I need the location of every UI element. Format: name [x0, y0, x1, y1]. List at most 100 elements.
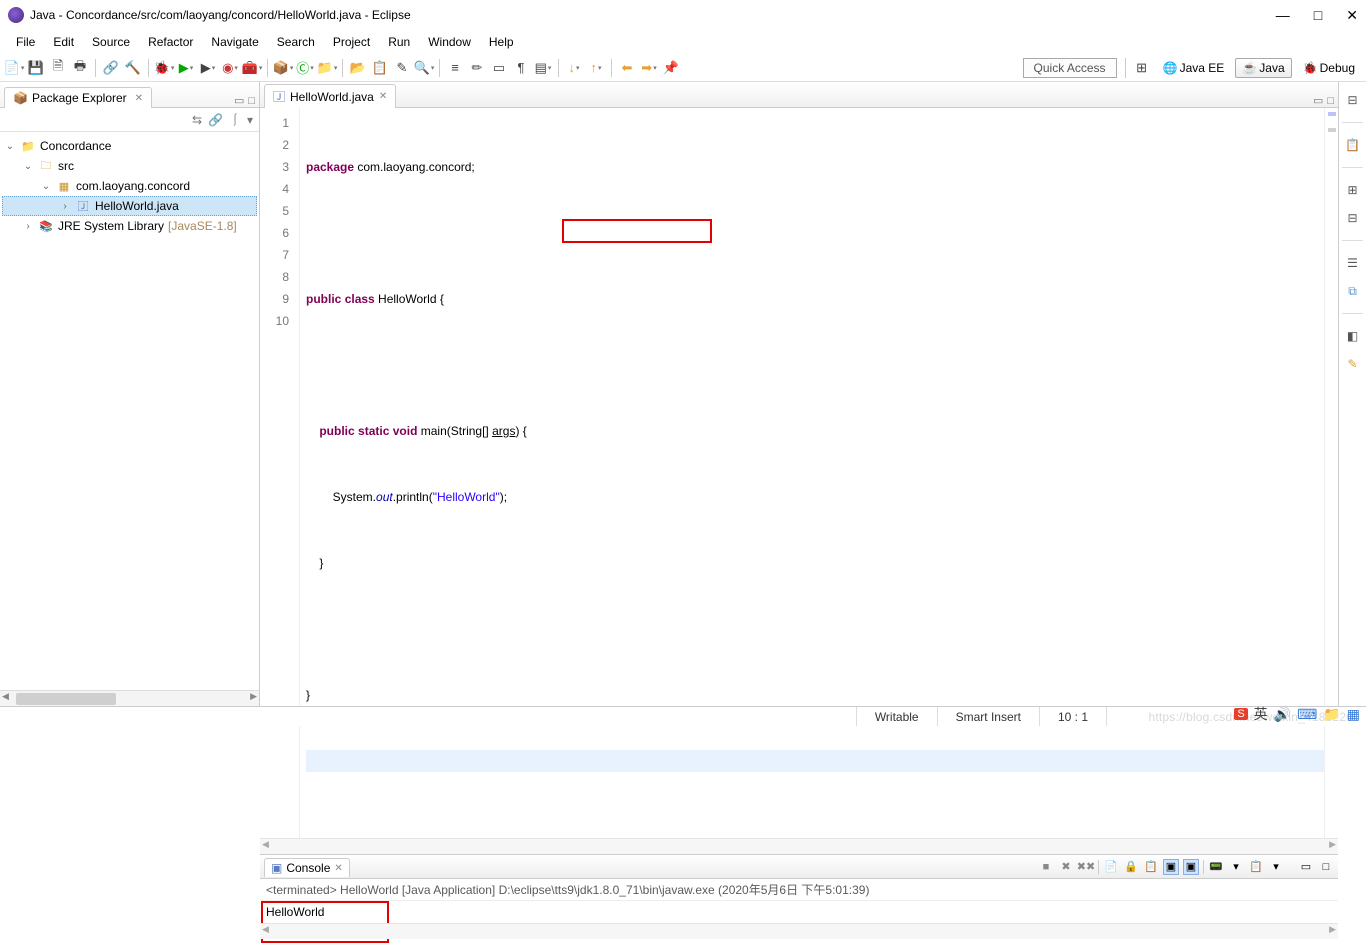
- maximize-button[interactable]: □: [1314, 7, 1322, 23]
- pin-editor-button[interactable]: 📌: [661, 58, 681, 78]
- open-perspective-button[interactable]: ⊞: [1132, 58, 1152, 78]
- menu-source[interactable]: Source: [84, 33, 138, 51]
- menu-search[interactable]: Search: [269, 33, 323, 51]
- print-button[interactable]: 🖶: [70, 58, 90, 78]
- external-tools-button[interactable]: 🧰: [242, 58, 262, 78]
- maximize-console-icon[interactable]: □: [1318, 859, 1334, 875]
- chevron-down-icon[interactable]: ⌄: [40, 181, 52, 192]
- prev-annotation-button[interactable]: ↑: [586, 58, 606, 78]
- perspective-java-ee[interactable]: 🌐Java EE: [1156, 58, 1232, 78]
- tree-package[interactable]: ⌄ ▦ com.laoyang.concord: [2, 176, 257, 196]
- remove-launch-icon[interactable]: ✖: [1058, 859, 1074, 875]
- annotation-nav-button[interactable]: ▤: [533, 58, 553, 78]
- close-icon[interactable]: ✕: [334, 863, 342, 874]
- forward-button[interactable]: ➡: [639, 58, 659, 78]
- menu-project[interactable]: Project: [325, 33, 378, 51]
- tray-icon[interactable]: 📁: [1323, 706, 1340, 723]
- minimize-editor-icon[interactable]: ▭: [1313, 94, 1323, 107]
- menu-file[interactable]: File: [8, 33, 43, 51]
- properties-icon[interactable]: ✎: [1343, 354, 1363, 374]
- close-icon[interactable]: ✕: [379, 91, 387, 102]
- run-last-button[interactable]: ◉: [220, 58, 240, 78]
- collapse-all-icon[interactable]: ⇆: [192, 113, 202, 127]
- chevron-right-icon[interactable]: ›: [22, 221, 34, 232]
- perspective-debug[interactable]: 🐞Debug: [1296, 58, 1362, 78]
- package-explorer-tab[interactable]: 📦 Package Explorer ✕: [4, 87, 152, 108]
- task-list-icon[interactable]: 📋: [1343, 135, 1363, 155]
- quick-access[interactable]: Quick Access: [1023, 58, 1117, 78]
- terminate-icon[interactable]: ■: [1038, 859, 1054, 875]
- perspective-java[interactable]: ☕Java: [1235, 58, 1291, 78]
- open-type-button[interactable]: 📂: [348, 58, 368, 78]
- debug-button[interactable]: 🐞: [154, 58, 174, 78]
- tree-src[interactable]: ⌄ 🗀 src: [2, 156, 257, 176]
- markers-icon[interactable]: ◧: [1343, 326, 1363, 346]
- console-horizontal-scrollbar[interactable]: [260, 923, 1338, 939]
- show-stderr-icon[interactable]: ▣: [1183, 859, 1199, 875]
- new-folder-button[interactable]: 📁: [317, 58, 337, 78]
- next-annotation-button[interactable]: ↓: [564, 58, 584, 78]
- display-console-icon[interactable]: ▾: [1228, 859, 1244, 875]
- chevron-down-icon[interactable]: ⌄: [4, 141, 16, 152]
- code-area[interactable]: package com.laoyang.concord; public clas…: [300, 108, 1324, 838]
- show-whitespace-button[interactable]: ¶: [511, 58, 531, 78]
- tree-jre[interactable]: › 📚 JRE System Library [JavaSE-1.8]: [2, 216, 257, 236]
- new-package-button[interactable]: 📦: [273, 58, 293, 78]
- minimize-view-icon[interactable]: ▭: [234, 94, 244, 107]
- menu-refactor[interactable]: Refactor: [140, 33, 201, 51]
- link-editor-icon[interactable]: 🔗: [208, 113, 223, 127]
- save-all-button[interactable]: 🗎: [48, 58, 68, 78]
- pin-console-icon[interactable]: 📋: [1143, 859, 1159, 875]
- block-selection-button[interactable]: ▭: [489, 58, 509, 78]
- clear-console-icon[interactable]: 📄: [1103, 859, 1119, 875]
- maximize-editor-icon[interactable]: □: [1327, 95, 1334, 107]
- search-button[interactable]: 🔍: [414, 58, 434, 78]
- tree-file[interactable]: › 🄹 HelloWorld.java: [2, 196, 257, 216]
- close-icon[interactable]: ✕: [135, 93, 143, 104]
- structure-icon[interactable]: ☰: [1343, 253, 1363, 273]
- tray-icon[interactable]: ⌨: [1297, 706, 1317, 723]
- editor-body[interactable]: 12345678910 package com.laoyang.concord;…: [260, 108, 1338, 838]
- editor-tab-helloworld[interactable]: 🄹 HelloWorld.java ✕: [264, 84, 396, 108]
- build-button[interactable]: 🔨: [123, 58, 143, 78]
- ime-icon[interactable]: S: [1234, 708, 1247, 720]
- new-button[interactable]: 📄: [4, 58, 24, 78]
- save-button[interactable]: 💾: [26, 58, 46, 78]
- scroll-lock-icon[interactable]: 🔒: [1123, 859, 1139, 875]
- project-tree[interactable]: ⌄ 📁 Concordance ⌄ 🗀 src ⌄ ▦ com.laoyang.…: [0, 132, 259, 690]
- horizontal-scrollbar[interactable]: [0, 690, 259, 706]
- show-console-icon[interactable]: ▣: [1163, 859, 1179, 875]
- open-task-button[interactable]: 📋: [370, 58, 390, 78]
- close-button[interactable]: ✕: [1346, 7, 1358, 24]
- overview-ruler[interactable]: [1324, 108, 1338, 838]
- toggle-breadcrumb-button[interactable]: ≡: [445, 58, 465, 78]
- new-class-button[interactable]: Ⓒ: [295, 58, 315, 78]
- menu-window[interactable]: Window: [420, 33, 479, 51]
- outline-icon[interactable]: ⊞: [1343, 180, 1363, 200]
- chevron-right-icon[interactable]: ›: [59, 201, 71, 212]
- console-output[interactable]: HelloWorld: [260, 901, 1338, 923]
- minimize-console-icon[interactable]: ▭: [1298, 859, 1314, 875]
- tree-project[interactable]: ⌄ 📁 Concordance: [2, 136, 257, 156]
- editor-horizontal-scrollbar[interactable]: [260, 838, 1338, 854]
- tray-icon[interactable]: ▦: [1347, 706, 1360, 723]
- mark-occurrences-button[interactable]: ✏: [467, 58, 487, 78]
- minimize-button[interactable]: —: [1276, 7, 1290, 23]
- type-hierarchy-icon[interactable]: ⧉: [1343, 281, 1363, 301]
- ime-lang-icon[interactable]: 英: [1254, 704, 1268, 724]
- back-button[interactable]: ⬅: [617, 58, 637, 78]
- run-button[interactable]: ▶: [176, 58, 196, 78]
- view-menu-icon[interactable]: ▾: [247, 113, 253, 127]
- maximize-view-icon[interactable]: □: [248, 95, 255, 107]
- console-tab[interactable]: ▣ Console ✕: [264, 858, 350, 877]
- menu-run[interactable]: Run: [380, 33, 418, 51]
- menu-navigate[interactable]: Navigate: [203, 33, 266, 51]
- new-console-icon[interactable]: 📋: [1248, 859, 1264, 875]
- link-icon[interactable]: 🔗: [101, 58, 121, 78]
- menu-help[interactable]: Help: [481, 33, 522, 51]
- chevron-down-icon[interactable]: ⌄: [22, 161, 34, 172]
- tray-icon[interactable]: 🔊: [1274, 706, 1291, 723]
- menu-edit[interactable]: Edit: [45, 33, 82, 51]
- coverage-button[interactable]: ▶: [198, 58, 218, 78]
- hierarchy-icon[interactable]: ⊟: [1343, 208, 1363, 228]
